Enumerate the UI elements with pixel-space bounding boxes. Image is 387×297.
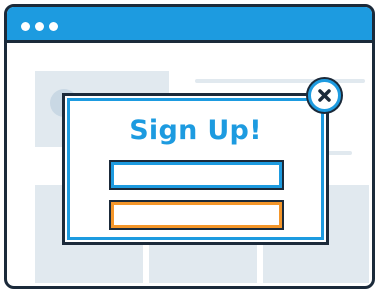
window-dot-3 bbox=[49, 22, 58, 31]
signup-modal: Sign Up! bbox=[62, 93, 329, 245]
window-titlebar bbox=[7, 7, 372, 43]
window-dot-1 bbox=[21, 22, 30, 31]
modal-title: Sign Up! bbox=[129, 115, 262, 146]
close-icon bbox=[318, 89, 331, 102]
text-line-placeholder-1 bbox=[195, 79, 365, 83]
close-button[interactable] bbox=[308, 79, 341, 112]
window-dot-2 bbox=[35, 22, 44, 31]
email-field[interactable] bbox=[111, 162, 282, 188]
submit-button[interactable] bbox=[111, 202, 282, 228]
